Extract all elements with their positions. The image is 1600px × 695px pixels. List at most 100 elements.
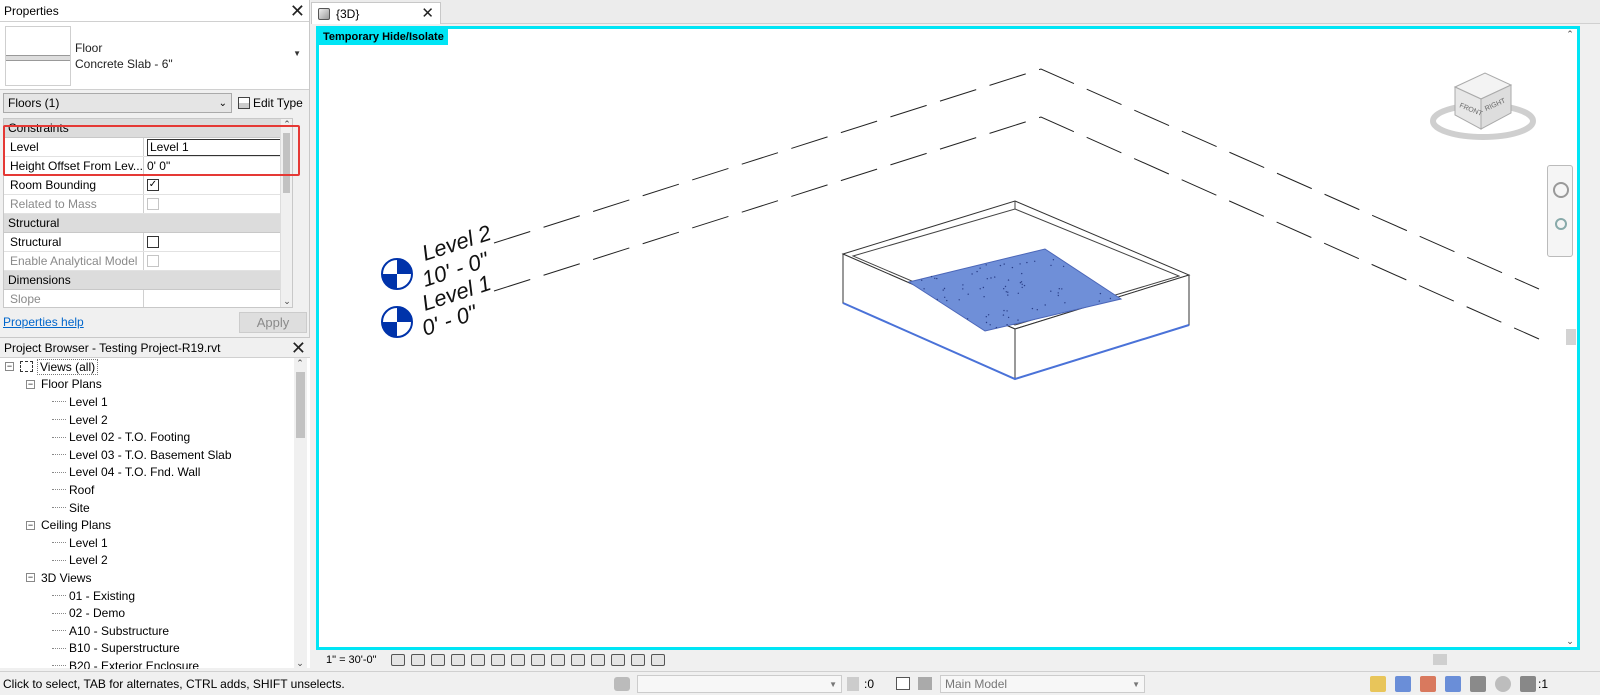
view-scale[interactable]: 1" = 30'-0"	[316, 654, 388, 666]
level-1-marker-icon[interactable]	[381, 306, 413, 338]
browser-scrollbar[interactable]: ⌃ ⌄	[294, 358, 307, 669]
type-selector[interactable]: Floor Concrete Slab - 6" ▼	[0, 22, 309, 90]
tree-item[interactable]: Level 04 - T.O. Fnd. Wall	[0, 464, 294, 482]
texture-dot	[986, 278, 988, 280]
properties-scrollbar[interactable]: ⌃ ⌄	[280, 119, 292, 307]
level-value-field[interactable]: Level 1	[147, 138, 281, 156]
texture-dot	[1011, 266, 1014, 269]
workset-select[interactable]: ▼	[637, 675, 842, 693]
instance-filter-select[interactable]: Floors (1) ⌄	[3, 93, 232, 113]
group-label: Constraints	[8, 121, 69, 135]
tree-item[interactable]: B20 - Exterior Enclosure	[0, 657, 294, 669]
collapse-toggle-icon[interactable]: −	[5, 362, 14, 372]
view-scrollbar[interactable]: ⌃ ⌄	[1563, 29, 1577, 647]
highlight-displacement-icon[interactable]	[631, 653, 645, 666]
texture-dot	[1021, 272, 1023, 275]
tree-item[interactable]: Level 02 - T.O. Footing	[0, 428, 294, 446]
3d-view-canvas[interactable]: Temporary Hide/Isolate Level 2 10' - 0" …	[316, 26, 1580, 650]
room-bounding-checkbox[interactable]: ✓	[147, 179, 159, 191]
sun-path-icon[interactable]	[431, 653, 445, 666]
properties-help-link[interactable]: Properties help	[3, 315, 84, 329]
tree-item[interactable]: Level 1	[0, 534, 294, 552]
collapse-toggle-icon[interactable]: −	[26, 520, 35, 530]
tree-node-views[interactable]: − Views (all)	[0, 358, 294, 376]
show-crop-icon[interactable]	[511, 653, 525, 666]
texture-dot	[1005, 291, 1007, 293]
scroll-down-icon[interactable]: ⌄	[1564, 636, 1576, 647]
model-select[interactable]: Main Model ▼	[940, 675, 1145, 693]
close-icon[interactable]: ✕	[421, 5, 434, 23]
filter-icon[interactable]	[1520, 676, 1536, 692]
view-cube[interactable]: FRONT RIGHT	[1430, 72, 1536, 140]
scroll-thumb[interactable]	[283, 133, 290, 193]
crop-view-icon[interactable]	[491, 653, 505, 666]
press-drag-icon[interactable]	[614, 677, 630, 691]
collapse-toggle-icon[interactable]: −	[26, 379, 35, 389]
detail-level-icon[interactable]	[391, 653, 405, 666]
tree-node-ceiling-plans[interactable]: − Ceiling Plans	[0, 516, 294, 534]
scroll-thumb[interactable]	[296, 372, 305, 438]
view-horizontal-scrollbar[interactable]	[668, 653, 1578, 666]
prop-key: Slope	[4, 290, 144, 307]
tab-3d-view[interactable]: {3D} ✕	[311, 2, 441, 24]
tree-item[interactable]: Level 2	[0, 552, 294, 570]
close-icon[interactable]: ✕	[291, 339, 306, 357]
scroll-thumb[interactable]	[1433, 654, 1447, 665]
tree-item[interactable]: 02 - Demo	[0, 604, 294, 622]
texture-dot	[1057, 294, 1059, 297]
scroll-down-icon[interactable]: ⌄	[281, 296, 292, 307]
reveal-hidden-icon[interactable]	[571, 653, 585, 666]
drag-elements-icon[interactable]	[1470, 676, 1486, 692]
group-constraints[interactable]: Constraints ⌃	[4, 119, 292, 138]
scroll-up-icon[interactable]: ⌃	[281, 119, 292, 130]
project-browser: Project Browser - Testing Project-R19.rv…	[0, 337, 310, 669]
render-icon[interactable]	[471, 653, 485, 666]
texture-dot	[1034, 260, 1036, 262]
background-processes-icon[interactable]	[1495, 676, 1511, 692]
tree-item[interactable]: Level 1	[0, 393, 294, 411]
collapse-toggle-icon[interactable]: −	[26, 573, 35, 583]
select-links-icon[interactable]	[1370, 676, 1386, 692]
tree-item[interactable]: Roof	[0, 481, 294, 499]
texture-dot	[1057, 292, 1059, 294]
chevron-down-icon: ▼	[1132, 679, 1140, 689]
reveal-constraints-icon[interactable]	[651, 653, 665, 666]
tree-item[interactable]: A10 - Substructure	[0, 622, 294, 640]
tree-connector	[52, 419, 66, 421]
group-dimensions[interactable]: Dimensions ⌃	[4, 271, 292, 290]
group-structural[interactable]: Structural ⌃	[4, 214, 292, 233]
structural-checkbox[interactable]	[147, 236, 159, 248]
close-icon[interactable]: ✕	[290, 2, 305, 20]
tree-node-floor-plans[interactable]: − Floor Plans	[0, 376, 294, 394]
analytical-model-icon[interactable]	[611, 653, 625, 666]
visual-style-icon[interactable]	[411, 653, 425, 666]
edit-type-button[interactable]: Edit Type	[238, 96, 303, 110]
exclude-options-icon[interactable]	[918, 677, 932, 690]
level-2-marker-icon[interactable]	[381, 258, 413, 290]
temporary-properties-icon[interactable]	[591, 653, 605, 666]
tree-item[interactable]: Site	[0, 499, 294, 517]
scroll-up-icon[interactable]: ⌃	[1564, 29, 1576, 40]
select-by-face-icon[interactable]	[1445, 676, 1461, 692]
design-options-icon[interactable]	[896, 677, 910, 690]
select-pinned-icon[interactable]	[1420, 676, 1436, 692]
scroll-down-icon[interactable]: ⌄	[294, 658, 306, 669]
model-scene[interactable]: Level 2 10' - 0" Level 1 0' - 0" FRONT R…	[319, 29, 1577, 647]
dropdown-arrow-icon[interactable]: ▼	[293, 49, 301, 58]
tree-node-3d-views[interactable]: − 3D Views	[0, 569, 294, 587]
texture-dot	[1109, 297, 1112, 300]
apply-button[interactable]: Apply	[239, 311, 307, 333]
height-offset-value-field[interactable]: 0' 0"	[144, 157, 292, 175]
tree-item[interactable]: Level 03 - T.O. Basement Slab	[0, 446, 294, 464]
shadows-icon[interactable]	[451, 653, 465, 666]
lock-view-icon[interactable]	[531, 653, 545, 666]
select-underlay-icon[interactable]	[1395, 676, 1411, 692]
editable-only-icon[interactable]	[847, 677, 859, 691]
tree-item[interactable]: B10 - Superstructure	[0, 640, 294, 658]
texture-dot	[971, 273, 973, 275]
scroll-thumb[interactable]	[1566, 329, 1576, 345]
hide-isolate-icon[interactable]	[551, 653, 565, 666]
tree-item[interactable]: 01 - Existing	[0, 587, 294, 605]
scroll-up-icon[interactable]: ⌃	[294, 358, 306, 369]
tree-item[interactable]: Level 2	[0, 411, 294, 429]
